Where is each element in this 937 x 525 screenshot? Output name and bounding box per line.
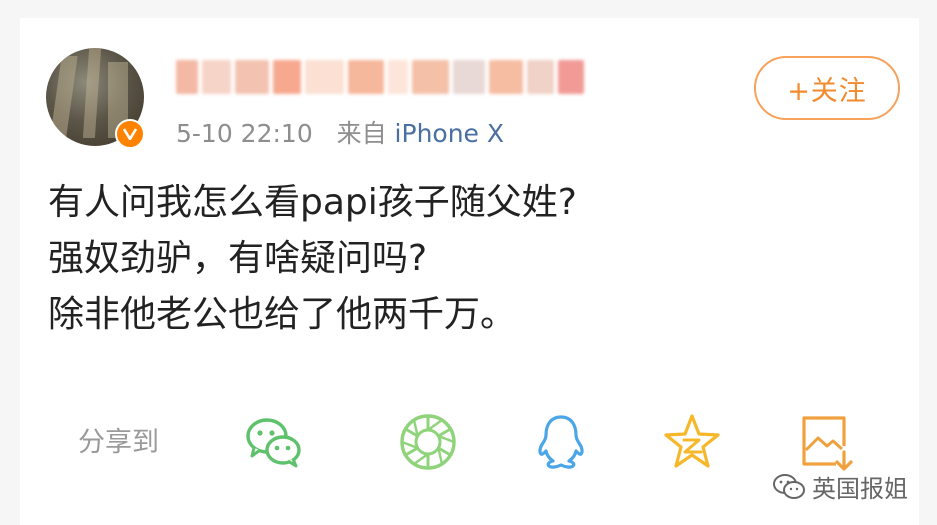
post-source[interactable]: iPhone X (395, 119, 504, 148)
post-body: 有人问我怎么看papi孩子随父姓? 强奴劲驴，有啥疑问吗? 除非他老公也给了他两… (48, 175, 898, 343)
qzone-icon[interactable] (662, 412, 722, 472)
wechat-icon[interactable] (244, 412, 304, 472)
post-line: 除非他老公也给了他两千万。 (48, 294, 517, 335)
follow-button[interactable]: +关注 (754, 56, 900, 120)
post-line: 强奴劲驴，有啥疑问吗? (48, 238, 428, 279)
post-line: 有人问我怎么看papi孩子随父姓? (48, 182, 577, 223)
watermark: 英国报姐 (772, 466, 908, 506)
share-row: 分享到 (78, 412, 858, 472)
post-timestamp: 5-10 22:10 (176, 119, 313, 148)
post-meta: 5-10 22:10 来自 iPhone X (176, 114, 504, 150)
weibo-post-card: 5-10 22:10 来自 iPhone X +关注 有人问我怎么看papi孩子… (20, 18, 919, 525)
share-label: 分享到 (78, 427, 159, 458)
moments-icon[interactable] (398, 412, 458, 472)
wechat-watermark-icon (773, 474, 805, 499)
watermark-text: 英国报姐 (812, 474, 908, 503)
verified-badge-icon (115, 119, 145, 149)
source-prefix: 来自 (336, 119, 387, 148)
qq-icon[interactable] (531, 412, 591, 472)
save-image-icon[interactable] (796, 412, 856, 472)
username-redacted[interactable] (176, 52, 585, 102)
